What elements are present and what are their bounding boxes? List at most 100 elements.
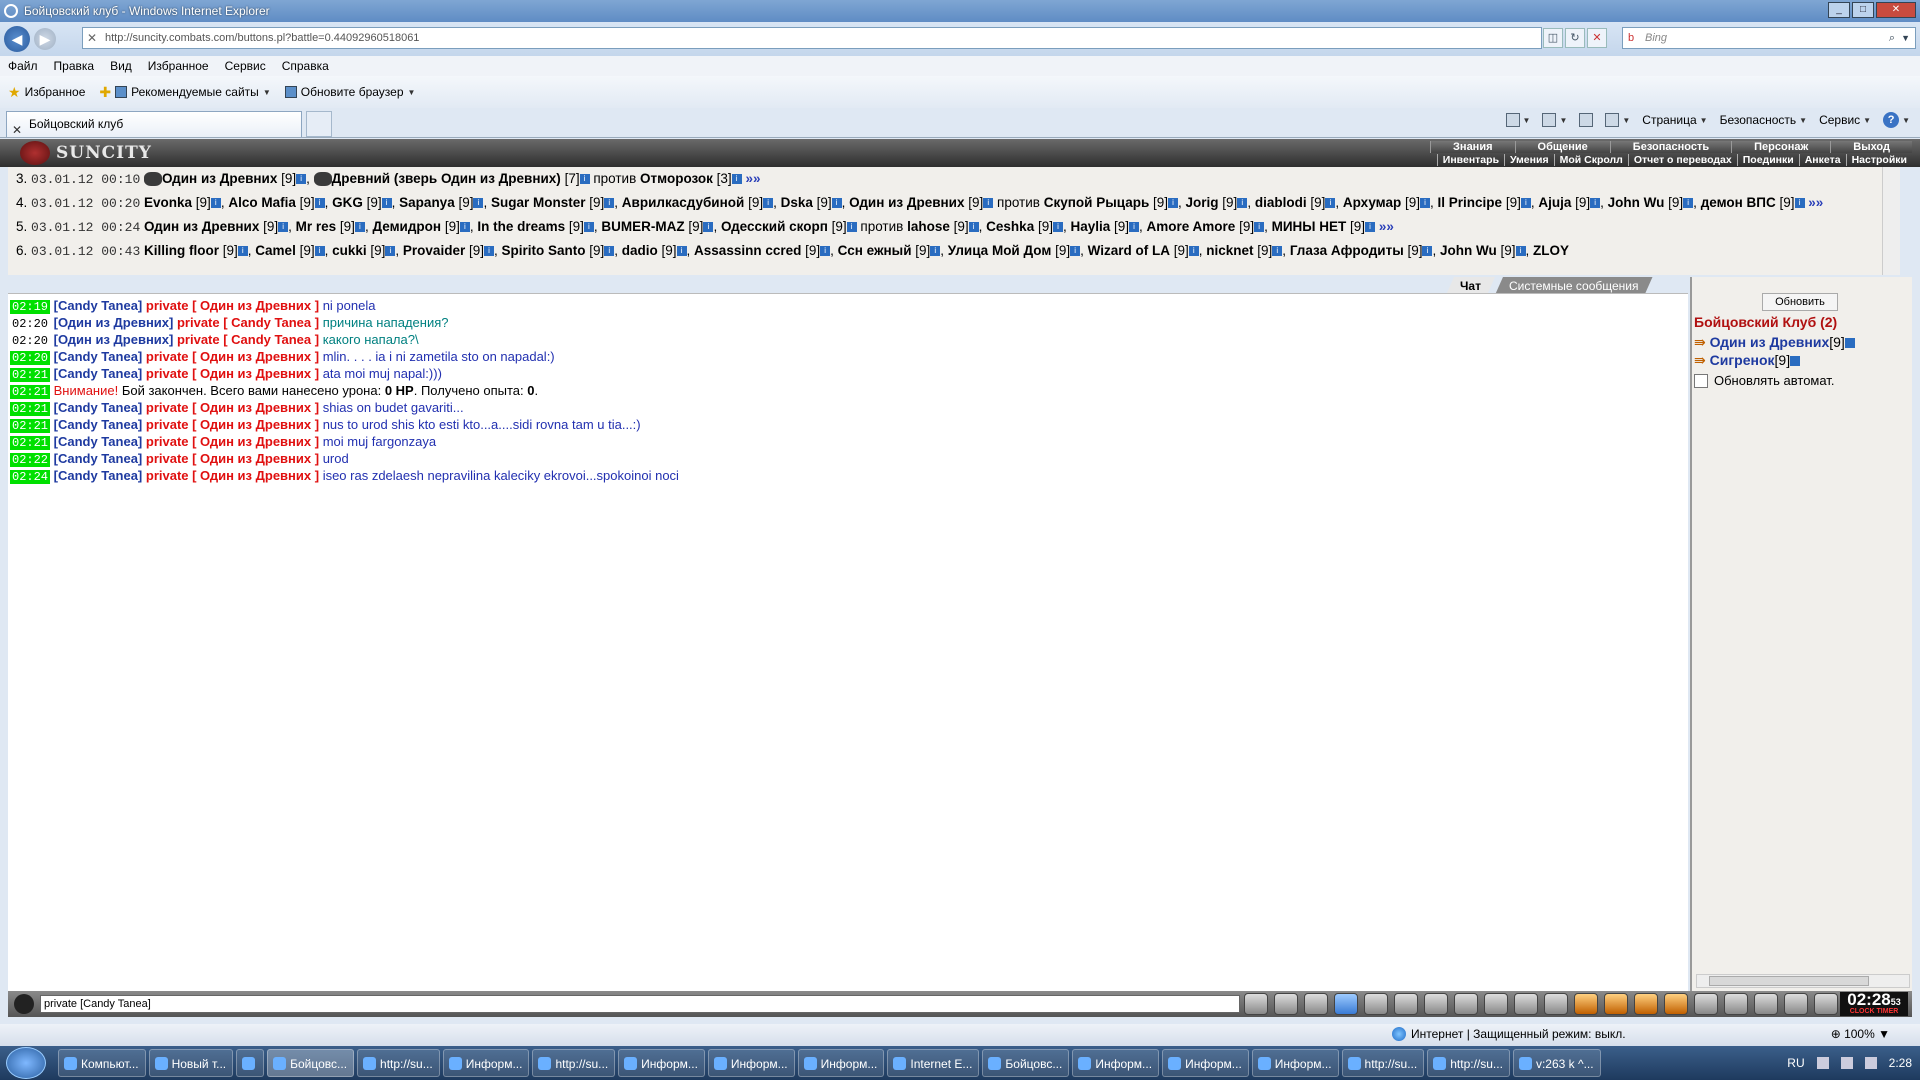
message-time[interactable]: 02:21 <box>10 402 51 416</box>
battle-row[interactable]: 5. 03.01.12 00:24 Один из Древних [9] i, … <box>16 215 1900 239</box>
member-row[interactable]: ⇛ Один из Древних[9] <box>1694 334 1855 351</box>
info-icon[interactable]: i <box>583 222 594 233</box>
taskbar-item[interactable]: Информ... <box>707 1049 795 1077</box>
message-time[interactable]: 02:21 <box>10 385 51 399</box>
menu-tools[interactable]: Сервис <box>225 59 266 73</box>
private-recipient[interactable]: private [ Один из Древних ] <box>146 417 319 432</box>
home-button[interactable]: ▼ <box>1505 113 1530 127</box>
sender-nick[interactable]: [Один из Древних] <box>54 332 174 347</box>
message-time[interactable]: 02:20 <box>10 334 50 348</box>
more-link[interactable]: »» <box>745 171 760 186</box>
mail-button[interactable] <box>1579 113 1594 127</box>
menu-transfers[interactable]: Отчет о переводах <box>1627 154 1737 166</box>
info-icon[interactable]: i <box>473 198 484 209</box>
maximize-button[interactable]: □ <box>1852 2 1874 18</box>
more-link[interactable]: »» <box>1379 219 1394 234</box>
music-icon[interactable] <box>1664 993 1688 1015</box>
taskbar-item[interactable]: Компьют... <box>58 1049 146 1077</box>
eraser-icon[interactable] <box>1304 993 1328 1015</box>
info-icon[interactable]: i <box>1420 198 1431 209</box>
potion-icon[interactable] <box>1604 993 1628 1015</box>
private-recipient[interactable]: private [ Один из Древних ] <box>146 434 319 449</box>
message-time[interactable]: 02:21 <box>10 419 51 433</box>
safety-menu[interactable]: Безопасность ▼ <box>1720 113 1807 127</box>
info-icon[interactable]: i <box>731 174 742 185</box>
battle-row[interactable]: 4. 03.01.12 00:20 Evonka [9] i, Alco Mafi… <box>16 191 1900 215</box>
system-clock[interactable]: 2:28 <box>1889 1056 1912 1070</box>
back-button[interactable]: ◀ <box>4 26 30 52</box>
taskbar-item[interactable]: Бойцовс... <box>267 1049 355 1077</box>
info-icon[interactable]: i <box>1590 198 1601 209</box>
save-icon[interactable] <box>1364 993 1388 1015</box>
gift-icon[interactable] <box>1754 993 1778 1015</box>
taskbar-item[interactable]: http://su... <box>357 1049 440 1077</box>
update-browser-button[interactable]: Обновите браузер ▼ <box>284 85 415 99</box>
info-icon[interactable]: i <box>763 198 774 209</box>
menu-my-scroll[interactable]: Мой Скролл <box>1553 154 1628 166</box>
help-button[interactable]: ? ▼ <box>1883 112 1910 128</box>
taskbar-item[interactable] <box>236 1049 265 1077</box>
info-icon[interactable]: i <box>296 174 307 185</box>
info-icon[interactable]: i <box>459 222 470 233</box>
taskbar-item[interactable]: Бойцовс... <box>982 1049 1070 1077</box>
menu-edit[interactable]: Правка <box>54 59 95 73</box>
address-bar[interactable]: ✕ http://suncity.combats.com/buttons.pl?… <box>82 27 1542 49</box>
taskbar-item[interactable]: Internet E... <box>887 1049 980 1077</box>
info-icon[interactable]: i <box>1520 198 1531 209</box>
menu-character[interactable]: Персонаж <box>1731 141 1831 153</box>
panel-scrollbar[interactable] <box>1696 974 1910 988</box>
info-icon[interactable]: i <box>1325 198 1336 209</box>
private-arrow-icon[interactable]: ⇛ <box>1694 334 1706 350</box>
menu-security[interactable]: Безопасность <box>1609 141 1732 153</box>
filter-icon[interactable] <box>1334 993 1358 1015</box>
battle-row[interactable]: 6. 03.01.12 00:43 Killing floor [9] i, Ca… <box>16 239 1900 263</box>
hand-icon[interactable] <box>1454 993 1478 1015</box>
battle-icon[interactable] <box>1424 993 1448 1015</box>
battle-row[interactable]: 3. 03.01.12 00:10 Один из Древних [9] i, … <box>16 167 1900 191</box>
message-time[interactable]: 02:19 <box>10 300 51 314</box>
sender-nick[interactable]: [Candy Tanea] <box>54 298 143 313</box>
sender-nick[interactable]: [Один из Древних] <box>54 315 174 330</box>
page-menu[interactable]: Страница ▼ <box>1642 113 1707 127</box>
sender-nick[interactable]: [Candy Tanea] <box>54 417 143 432</box>
speak-icon[interactable] <box>14 994 34 1014</box>
pet-icon[interactable] <box>1784 993 1808 1015</box>
message-time[interactable]: 02:20 <box>10 351 51 365</box>
start-button[interactable] <box>6 1047 46 1079</box>
taskbar-item[interactable]: http://su... <box>1427 1049 1510 1077</box>
private-recipient[interactable]: private [ Один из Древних ] <box>146 298 319 313</box>
sender-nick[interactable]: [Candy Tanea] <box>54 451 143 466</box>
info-icon[interactable]: i <box>381 198 392 209</box>
more-link[interactable]: »» <box>1808 195 1823 210</box>
scrollbar-thumb[interactable] <box>1709 976 1869 986</box>
search-box[interactable]: b Bing ⌕ ▼ <box>1622 27 1916 49</box>
taskbar-item[interactable]: Информ... <box>797 1049 885 1077</box>
taskbar-item[interactable]: Информ... <box>442 1049 530 1077</box>
taskbar-item[interactable]: Новый т... <box>148 1049 234 1077</box>
private-recipient[interactable]: private [ Один из Древних ] <box>146 366 319 381</box>
info-icon[interactable] <box>1790 356 1801 367</box>
info-icon[interactable]: i <box>1129 222 1140 233</box>
sender-nick[interactable]: [Candy Tanea] <box>54 366 143 381</box>
favorites-button[interactable]: ★ Избранное <box>8 84 85 101</box>
taskbar-item[interactable]: Информ... <box>1162 1049 1249 1077</box>
menu-profile[interactable]: Анкета <box>1798 154 1846 166</box>
message-time[interactable]: 02:22 <box>10 453 51 467</box>
info-icon[interactable]: i <box>278 222 289 233</box>
menu-skills[interactable]: Умения <box>1504 154 1554 166</box>
menu-favorites[interactable]: Избранное <box>148 59 209 73</box>
private-recipient[interactable]: private [ Один из Древних ] <box>146 468 319 483</box>
taskbar-item[interactable]: Информ... <box>618 1049 705 1077</box>
private-recipient[interactable]: private [ Один из Древних ] <box>146 400 319 415</box>
taskbar-item[interactable]: http://su... <box>1341 1049 1425 1077</box>
info-icon[interactable]: i <box>983 198 994 209</box>
mask-icon[interactable] <box>1634 993 1658 1015</box>
info-icon[interactable]: i <box>968 222 979 233</box>
menu-help[interactable]: Справка <box>282 59 329 73</box>
chat-bubble-icon[interactable] <box>1814 993 1838 1015</box>
menu-communication[interactable]: Общение <box>1514 141 1610 153</box>
new-tab-button[interactable] <box>306 111 332 137</box>
private-arrow-icon[interactable]: ⇛ <box>1694 352 1706 368</box>
translit-icon[interactable] <box>1514 993 1538 1015</box>
forward-button[interactable]: ▶ <box>34 28 56 50</box>
